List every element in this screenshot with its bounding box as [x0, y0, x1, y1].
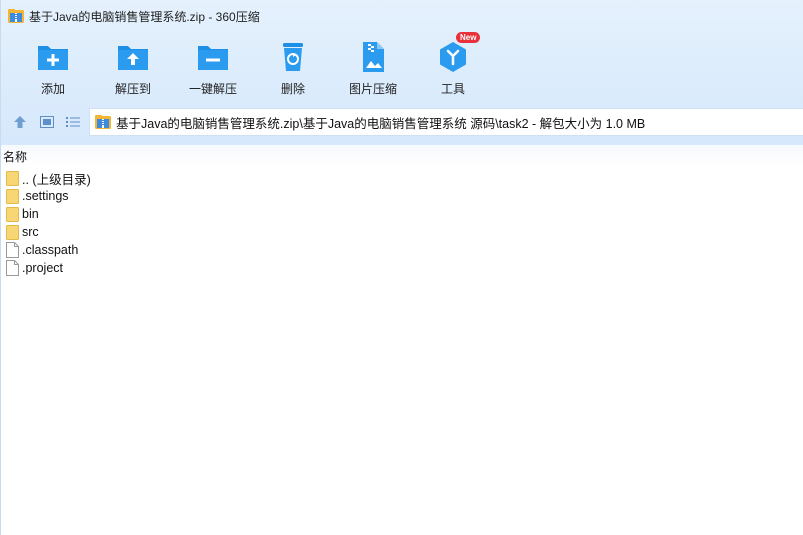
address-path: 基于Java的电脑销售管理系统.zip\基于Java的电脑销售管理系统 源码\t… [116, 116, 646, 131]
app-window: 基于Java的电脑销售管理系统.zip - 360压缩 添加 解压到 一键解压 … [0, 0, 803, 535]
list-header: 名称 [1, 145, 803, 167]
folder-icon [6, 225, 19, 240]
window-title: 基于Java的电脑销售管理系统.zip - 360压缩 [29, 10, 260, 24]
tools-cube-icon [440, 42, 466, 72]
file-name: .settings [22, 189, 69, 203]
delete-bin-icon [283, 43, 303, 71]
file-name: bin [22, 207, 39, 221]
tools-button[interactable]: 工具 [413, 36, 493, 98]
image-compress-label: 图片压缩 [348, 82, 397, 96]
folder-icon [6, 189, 19, 204]
title-bar: 基于Java的电脑销售管理系统.zip - 360压缩 [1, 0, 803, 32]
list-item[interactable]: .project [1, 259, 803, 277]
list-item[interactable]: .settings [1, 187, 803, 205]
one-click-extract-icon [198, 46, 228, 70]
list-item[interactable]: .classpath [1, 241, 803, 259]
file-list: .. (上级目录) .settings bin src .classpath .… [1, 169, 803, 277]
navigation-row: 基于Java的电脑销售管理系统.zip\基于Java的电脑销售管理系统 源码\t… [1, 108, 803, 136]
add-label: 添加 [40, 82, 65, 96]
new-badge: New [456, 32, 481, 43]
main-toolbar: 添加 解压到 一键解压 删除 图片压缩 工具 New [1, 32, 803, 100]
archive-path-icon [95, 115, 111, 129]
one-click-extract-button[interactable]: 一键解压 [173, 36, 253, 98]
thumbnail-view-button[interactable] [38, 113, 56, 131]
file-name: .. (上级目录) [22, 172, 91, 187]
address-bar[interactable]: 基于Java的电脑销售管理系统.zip\基于Java的电脑销售管理系统 源码\t… [89, 108, 803, 136]
list-item[interactable]: bin [1, 205, 803, 223]
extract-to-label: 解压到 [114, 82, 151, 96]
image-compress-icon [363, 42, 384, 72]
thumbnail-view-icon [40, 116, 54, 128]
list-item[interactable]: src [1, 223, 803, 241]
file-name: src [22, 225, 39, 239]
folder-icon [6, 171, 19, 186]
add-folder-icon [38, 46, 68, 70]
file-name: .classpath [22, 243, 79, 257]
list-item-parent-dir[interactable]: .. (上级目录) [1, 169, 803, 187]
one-click-extract-label: 一键解压 [188, 82, 237, 96]
top-chrome: 基于Java的电脑销售管理系统.zip - 360压缩 添加 解压到 一键解压 … [1, 0, 803, 145]
delete-button[interactable]: 删除 [253, 36, 333, 98]
folder-icon [6, 207, 19, 222]
archive-app-icon [8, 9, 24, 23]
extract-to-button[interactable]: 解压到 [93, 36, 173, 98]
file-name: .project [22, 261, 63, 275]
delete-label: 删除 [280, 82, 305, 96]
up-button[interactable] [11, 113, 29, 131]
add-button[interactable]: 添加 [13, 36, 93, 98]
list-view-icon [66, 117, 80, 127]
file-icon [6, 242, 19, 258]
file-icon [6, 260, 19, 276]
extract-to-icon [118, 46, 148, 70]
column-header-name[interactable]: 名称 [3, 148, 27, 165]
up-arrow-icon [14, 116, 26, 128]
tools-label: 工具 [440, 82, 465, 96]
image-compress-button[interactable]: 图片压缩 [333, 36, 413, 98]
list-view-button[interactable] [64, 113, 82, 131]
